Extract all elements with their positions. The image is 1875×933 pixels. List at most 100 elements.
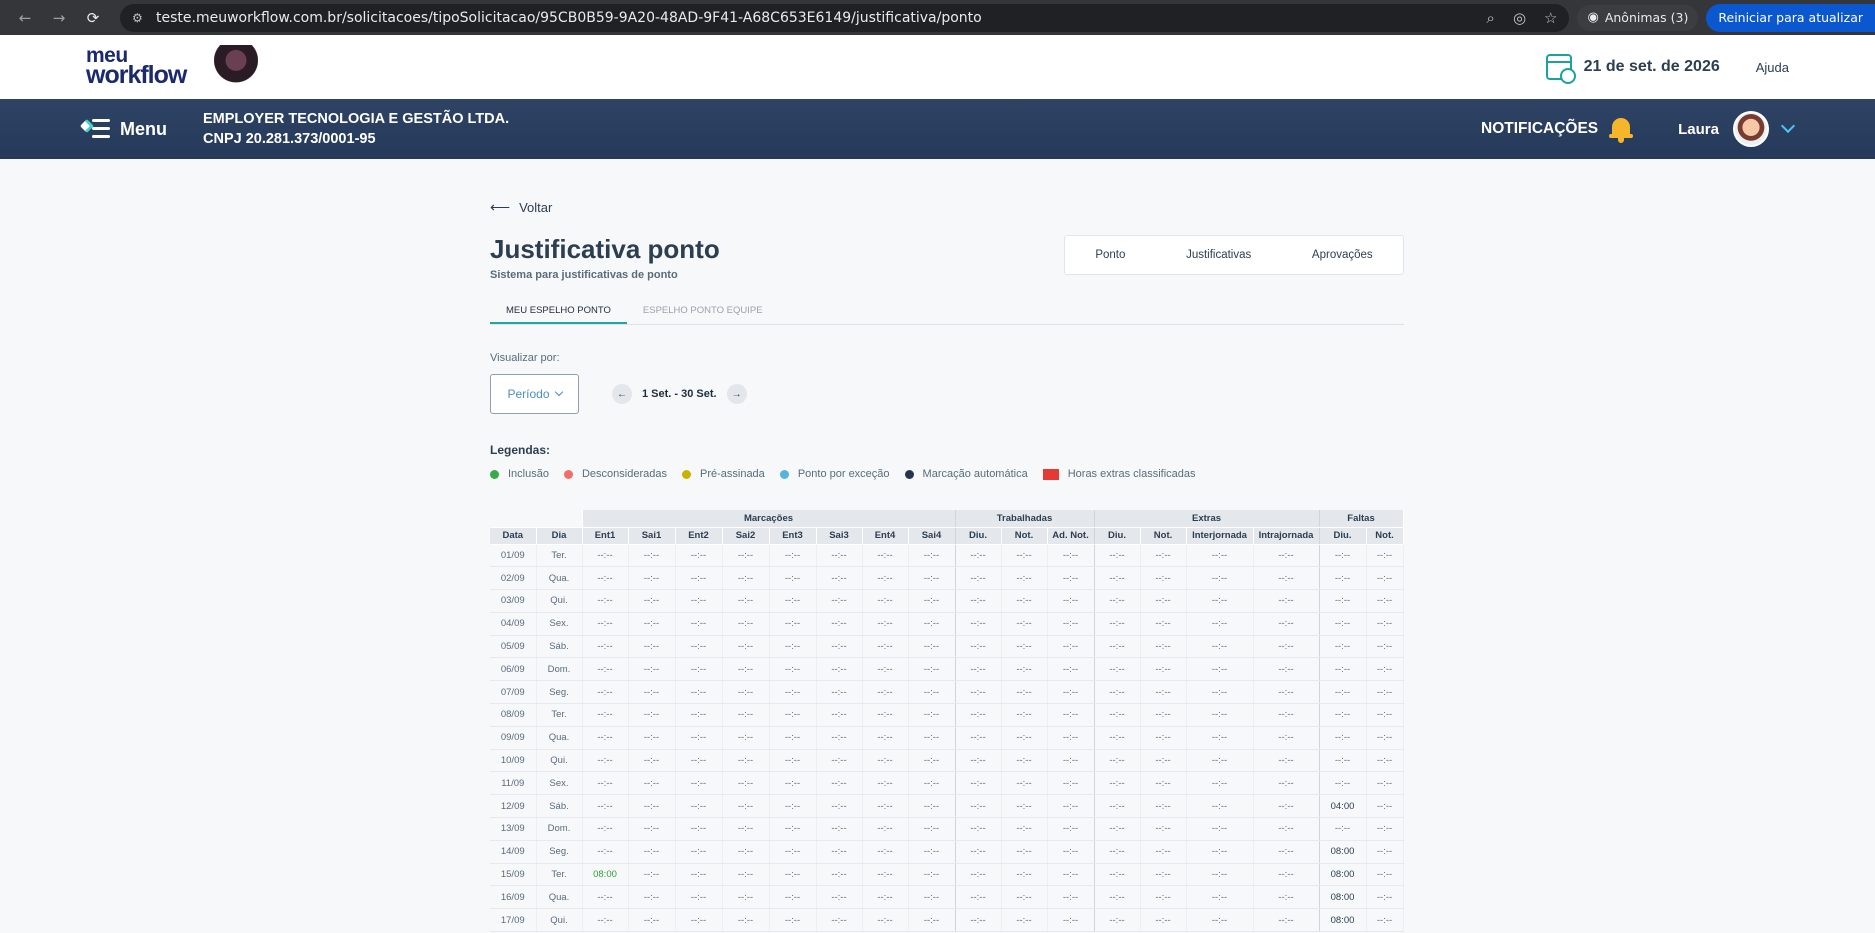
table-cell[interactable]: --:-- bbox=[582, 885, 629, 910]
table-cell[interactable]: --:-- bbox=[675, 589, 723, 613]
table-cell[interactable]: --:-- bbox=[955, 566, 1002, 591]
table-cell[interactable]: --:-- bbox=[582, 794, 629, 819]
table-cell[interactable]: 08:00 bbox=[1319, 840, 1367, 864]
table-cell[interactable]: --:-- bbox=[675, 794, 723, 819]
table-cell[interactable]: --:-- bbox=[1366, 657, 1404, 682]
user-name[interactable]: Laura bbox=[1678, 121, 1719, 138]
table-cell[interactable]: --:-- bbox=[1253, 635, 1320, 659]
table-cell[interactable]: --:-- bbox=[955, 703, 1002, 727]
table-cell[interactable]: --:-- bbox=[582, 544, 629, 568]
table-cell[interactable]: --:-- bbox=[1253, 908, 1320, 933]
table-cell[interactable]: --:-- bbox=[1094, 612, 1141, 636]
table-cell[interactable]: --:-- bbox=[582, 589, 629, 613]
table-cell[interactable]: --:-- bbox=[1319, 817, 1367, 841]
table-cell[interactable]: --:-- bbox=[628, 544, 676, 568]
table-cell[interactable]: --:-- bbox=[722, 544, 770, 568]
table-cell[interactable]: --:-- bbox=[1140, 885, 1187, 910]
table-cell[interactable]: --:-- bbox=[1366, 589, 1404, 613]
table-cell[interactable]: --:-- bbox=[769, 566, 817, 591]
table-cell[interactable]: --:-- bbox=[1366, 726, 1404, 750]
table-cell[interactable]: --:-- bbox=[1186, 817, 1254, 841]
table-cell[interactable]: --:-- bbox=[628, 771, 676, 796]
table-cell[interactable]: --:-- bbox=[1094, 885, 1141, 910]
table-cell[interactable]: --:-- bbox=[1366, 703, 1404, 727]
table-cell[interactable]: --:-- bbox=[908, 794, 956, 819]
table-cell[interactable]: --:-- bbox=[862, 840, 909, 864]
back-button[interactable]: ⟵ Voltar bbox=[490, 199, 1404, 216]
table-cell[interactable]: --:-- bbox=[816, 657, 863, 682]
table-cell[interactable]: --:-- bbox=[582, 635, 629, 659]
table-cell[interactable]: --:-- bbox=[1253, 680, 1320, 705]
table-cell[interactable]: --:-- bbox=[1186, 703, 1254, 727]
table-cell[interactable]: --:-- bbox=[1001, 566, 1048, 591]
table-cell[interactable]: --:-- bbox=[955, 612, 1002, 636]
table-cell[interactable]: --:-- bbox=[908, 726, 956, 750]
table-cell[interactable]: --:-- bbox=[722, 863, 770, 887]
table-cell[interactable]: --:-- bbox=[1186, 749, 1254, 773]
table-cell[interactable]: --:-- bbox=[1140, 589, 1187, 613]
table-cell[interactable]: --:-- bbox=[1001, 635, 1048, 659]
table-cell[interactable]: --:-- bbox=[1094, 703, 1141, 727]
table-cell[interactable]: --:-- bbox=[1140, 749, 1187, 773]
table-cell[interactable]: --:-- bbox=[722, 794, 770, 819]
table-cell[interactable]: --:-- bbox=[816, 544, 863, 568]
table-cell[interactable]: --:-- bbox=[1366, 863, 1404, 887]
table-cell[interactable]: --:-- bbox=[628, 885, 676, 910]
table-cell[interactable]: --:-- bbox=[1140, 635, 1187, 659]
table-cell[interactable]: --:-- bbox=[1094, 657, 1141, 682]
table-cell[interactable]: --:-- bbox=[582, 840, 629, 864]
table-cell[interactable]: --:-- bbox=[862, 612, 909, 636]
table-cell[interactable]: --:-- bbox=[1140, 612, 1187, 636]
table-cell[interactable]: --:-- bbox=[1001, 771, 1048, 796]
table-cell[interactable]: --:-- bbox=[908, 749, 956, 773]
table-cell[interactable]: --:-- bbox=[722, 885, 770, 910]
table-cell[interactable]: --:-- bbox=[816, 589, 863, 613]
table-cell[interactable]: --:-- bbox=[862, 566, 909, 591]
table-cell[interactable]: --:-- bbox=[1253, 749, 1320, 773]
table-cell[interactable]: --:-- bbox=[862, 885, 909, 910]
table-cell[interactable]: --:-- bbox=[1047, 635, 1095, 659]
table-cell[interactable]: --:-- bbox=[1001, 703, 1048, 727]
table-row[interactable]: 15/09 Ter. 08:00 --:-- --:-- --:-- --:-- --:-- -… bbox=[490, 863, 1404, 887]
table-cell[interactable]: --:-- bbox=[628, 703, 676, 727]
table-cell[interactable]: --:-- bbox=[1047, 863, 1095, 887]
table-cell[interactable]: --:-- bbox=[955, 589, 1002, 613]
table-cell[interactable]: --:-- bbox=[1047, 544, 1095, 568]
table-cell[interactable]: --:-- bbox=[955, 794, 1002, 819]
table-cell[interactable]: --:-- bbox=[1094, 749, 1141, 773]
table-cell[interactable]: --:-- bbox=[1366, 794, 1404, 819]
table-cell[interactable]: --:-- bbox=[816, 771, 863, 796]
table-cell[interactable]: --:-- bbox=[1366, 817, 1404, 841]
table-cell[interactable]: --:-- bbox=[582, 680, 629, 705]
table-cell[interactable]: --:-- bbox=[675, 817, 723, 841]
table-cell[interactable]: 08:00 bbox=[1319, 908, 1367, 933]
table-cell[interactable]: --:-- bbox=[1047, 771, 1095, 796]
table-cell[interactable]: --:-- bbox=[628, 635, 676, 659]
table-cell[interactable]: --:-- bbox=[1253, 544, 1320, 568]
table-row[interactable]: 02/09 Qua. --:-- --:-- --:-- --:-- --:-- --:-- -… bbox=[490, 566, 1404, 591]
table-cell[interactable]: --:-- bbox=[582, 771, 629, 796]
table-cell[interactable]: --:-- bbox=[1140, 771, 1187, 796]
table-row[interactable]: 05/09 Sáb. --:-- --:-- --:-- --:-- --:-- --:-- -… bbox=[490, 635, 1404, 659]
table-cell[interactable]: --:-- bbox=[628, 817, 676, 841]
table-cell[interactable]: --:-- bbox=[675, 863, 723, 887]
table-cell[interactable]: --:-- bbox=[1319, 771, 1367, 796]
table-cell[interactable]: --:-- bbox=[1094, 544, 1141, 568]
table-cell[interactable]: --:-- bbox=[628, 840, 676, 864]
table-cell[interactable]: --:-- bbox=[1047, 840, 1095, 864]
table-cell[interactable]: --:-- bbox=[862, 817, 909, 841]
table-cell[interactable]: --:-- bbox=[1047, 794, 1095, 819]
table-cell[interactable]: --:-- bbox=[816, 794, 863, 819]
table-cell[interactable]: --:-- bbox=[675, 635, 723, 659]
table-cell[interactable]: --:-- bbox=[816, 612, 863, 636]
star-icon[interactable]: ☆ bbox=[1544, 9, 1557, 27]
site-settings-icon[interactable]: ⚙ bbox=[132, 11, 146, 25]
previous-period-button[interactable]: ← bbox=[612, 384, 632, 404]
table-cell[interactable]: --:-- bbox=[769, 908, 817, 933]
table-cell[interactable]: --:-- bbox=[955, 840, 1002, 864]
table-cell[interactable]: --:-- bbox=[722, 726, 770, 750]
table-cell[interactable]: --:-- bbox=[816, 635, 863, 659]
table-cell[interactable]: --:-- bbox=[628, 612, 676, 636]
bell-icon[interactable] bbox=[1608, 115, 1634, 143]
table-cell[interactable]: --:-- bbox=[908, 544, 956, 568]
